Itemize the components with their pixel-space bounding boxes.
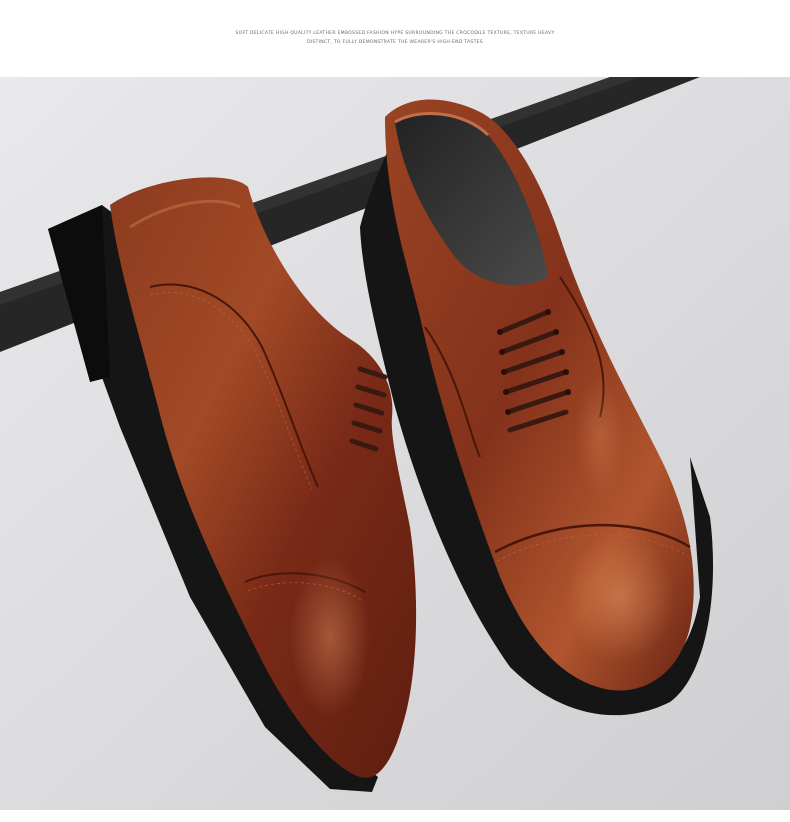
shoes-illustration [0,77,790,810]
caption-line-2: DISTINCT, TO FULLY DEMONSTRATE THE WEARE… [307,39,483,45]
caption-line-1: SOFT DELICATE HIGH QUALITY LEATHER EMBOS… [235,31,555,36]
right-shoe-vamp-shine [575,377,625,497]
product-photo [0,77,790,810]
right-shoe-toe-shine [565,532,675,662]
product-caption: SOFT DELICATE HIGH QUALITY LEATHER EMBOS… [0,30,790,47]
left-shoe-shine [290,557,370,717]
product-page: SOFT DELICATE HIGH QUALITY LEATHER EMBOS… [0,0,790,822]
